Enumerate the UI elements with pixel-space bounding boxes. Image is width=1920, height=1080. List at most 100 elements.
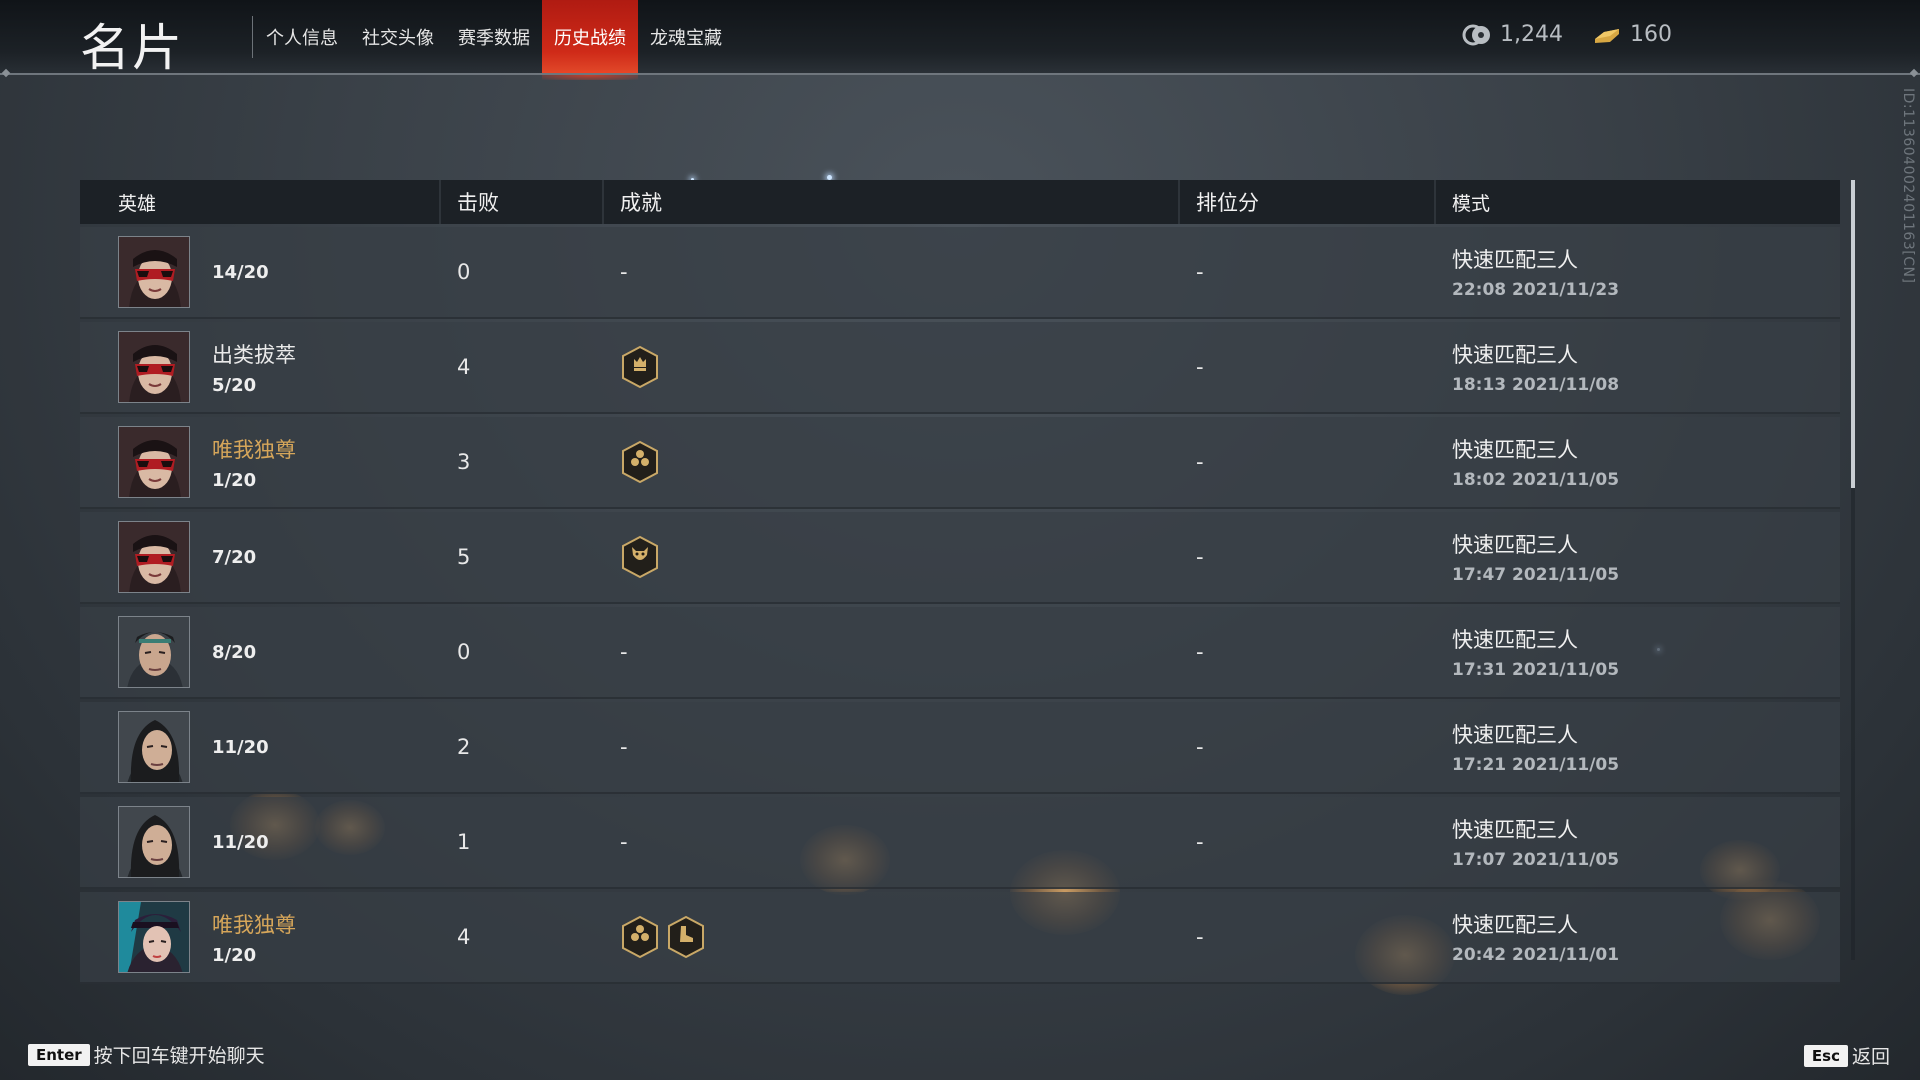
match-time: 17:21 2021/11/05: [1452, 755, 1620, 775]
table-row[interactable]: 唯我独尊 1/20 3 - 快速匹配三人 18:02 2021/11/05: [80, 417, 1840, 509]
hero-cell: 11/20: [80, 797, 439, 887]
mode-cell: 快速匹配三人 18:13 2021/11/08: [1434, 322, 1840, 412]
hero-info: 14/20: [212, 262, 269, 283]
mode-info: 快速匹配三人 17:21 2021/11/05: [1452, 719, 1619, 775]
tab-match-history[interactable]: 历史战绩: [542, 0, 638, 80]
tab-dragon-treasure[interactable]: 龙魂宝藏: [638, 0, 734, 74]
kills-cell: 5: [457, 545, 471, 569]
chat-hint[interactable]: Enter 按下回车键开始聊天: [28, 1041, 265, 1068]
table-row[interactable]: 唯我独尊 1/20 4 - 快速匹配三人 20:42 2021/11/01: [80, 892, 1840, 984]
match-time: 18:02 2021/11/05: [1452, 470, 1620, 490]
hero-info: 11/20: [212, 737, 269, 758]
achievements-cell: -: [602, 227, 1178, 317]
hero-cell: 14/20: [80, 227, 439, 317]
title-divider: [252, 16, 253, 58]
skulls-badge-icon: [622, 915, 658, 959]
mode-cell: 快速匹配三人 17:21 2021/11/05: [1434, 702, 1840, 792]
mode-name: 快速匹配三人: [1452, 438, 1578, 462]
back-label: 返回: [1851, 1046, 1890, 1068]
hero-cell: 11/20: [80, 702, 439, 792]
hero-avatar: [118, 806, 190, 878]
demon-badge-icon: [622, 535, 658, 579]
table-row[interactable]: 7/20 5 - 快速匹配三人 17:47 2021/11/05: [80, 512, 1840, 604]
scrollbar-thumb[interactable]: [1851, 180, 1855, 488]
mode-info: 快速匹配三人 22:08 2021/11/23: [1452, 244, 1619, 300]
crown-badge-icon: [622, 345, 658, 389]
achievements-cell: [602, 892, 1178, 982]
hero-cell: 出类拔萃 5/20: [80, 322, 439, 412]
tab-bar: 个人信息 社交头像 赛季数据 历史战绩 龙魂宝藏: [254, 0, 734, 80]
achievement-badges: [620, 915, 706, 959]
hero-info: 唯我独尊 1/20: [212, 434, 296, 491]
achievement-badges: [620, 535, 660, 579]
table-header: 英雄 击败 成就 排位分 模式: [80, 180, 1840, 224]
kills-cell: 4: [457, 355, 471, 379]
mode-cell: 快速匹配三人 17:07 2021/11/05: [1434, 797, 1840, 887]
hero-avatar: [118, 521, 190, 593]
rank-score-cell: -: [1196, 640, 1204, 664]
rank-score-cell: -: [1196, 830, 1204, 854]
match-history-table: 英雄 击败 成就 排位分 模式 14/20 0 - - 快速匹配三人 22:08 2021…: [80, 180, 1840, 984]
mode-cell: 快速匹配三人 17:31 2021/11/05: [1434, 607, 1840, 697]
table-row[interactable]: 11/20 2 - - 快速匹配三人 17:21 2021/11/05: [80, 702, 1840, 794]
back-button[interactable]: Esc 返回: [1803, 1042, 1890, 1069]
gold-ingot-icon: [1595, 28, 1619, 43]
hero-avatar: [118, 426, 190, 498]
mode-name: 快速匹配三人: [1452, 723, 1578, 747]
player-id: ID:113604002401163[CN]: [1900, 88, 1916, 284]
tab-personal-info[interactable]: 个人信息: [254, 0, 350, 74]
hero-title: 出类拔萃: [212, 342, 296, 367]
achievement-empty: -: [620, 640, 628, 664]
rank-score-cell: -: [1196, 545, 1204, 569]
placement: 11/20: [212, 831, 269, 853]
achievements-cell: [602, 417, 1178, 507]
mode-info: 快速匹配三人 17:47 2021/11/05: [1452, 529, 1619, 585]
rank-score-cell: -: [1196, 450, 1204, 474]
achievement-empty: -: [620, 735, 628, 759]
hero-info: 7/20: [212, 547, 256, 568]
mode-name: 快速匹配三人: [1452, 818, 1578, 842]
kills-cell: 2: [457, 735, 471, 759]
achievement-empty: -: [620, 260, 628, 284]
hero-cell: 7/20: [80, 512, 439, 602]
placement: 14/20: [212, 261, 269, 283]
achievements-cell: -: [602, 797, 1178, 887]
column-header-hero: 英雄: [118, 192, 157, 215]
rank-score-cell: -: [1196, 355, 1204, 379]
hero-avatar: [118, 711, 190, 783]
mode-cell: 快速匹配三人 22:08 2021/11/23: [1434, 227, 1840, 317]
mode-name: 快速匹配三人: [1452, 628, 1578, 652]
gold-currency: 160: [1592, 22, 1672, 47]
jade-currency: 1,244: [1462, 22, 1563, 47]
table-row[interactable]: 11/20 1 - - 快速匹配三人 17:07 2021/11/05: [80, 797, 1840, 889]
mode-info: 快速匹配三人 20:42 2021/11/01: [1452, 909, 1619, 965]
placement: 1/20: [212, 944, 257, 966]
match-time: 17:07 2021/11/05: [1452, 850, 1620, 870]
mode-name: 快速匹配三人: [1452, 533, 1578, 557]
placement: 11/20: [212, 736, 269, 758]
match-time: 17:31 2021/11/05: [1452, 660, 1620, 680]
hero-cell: 8/20: [80, 607, 439, 697]
tab-season-data[interactable]: 赛季数据: [446, 0, 542, 74]
table-row[interactable]: 出类拔萃 5/20 4 - 快速匹配三人 18:13 2021/11/08: [80, 322, 1840, 414]
hero-cell: 唯我独尊 1/20: [80, 417, 439, 507]
match-time: 17:47 2021/11/05: [1452, 565, 1620, 585]
mode-name: 快速匹配三人: [1452, 343, 1578, 367]
gold-amount: 160: [1630, 22, 1672, 47]
hero-info: 11/20: [212, 832, 269, 853]
boot-badge-icon: [668, 915, 704, 959]
jade-amount: 1,244: [1500, 22, 1563, 47]
table-row[interactable]: 8/20 0 - - 快速匹配三人 17:31 2021/11/05: [80, 607, 1840, 699]
column-header-rank-score: 排位分: [1178, 180, 1434, 224]
hero-info: 唯我独尊 1/20: [212, 909, 296, 966]
column-header-mode: 模式: [1434, 180, 1840, 224]
placement: 1/20: [212, 469, 257, 491]
enter-key-icon: Enter: [28, 1043, 90, 1066]
rank-score-cell: -: [1196, 925, 1204, 949]
top-bar: 名片 个人信息 社交头像 赛季数据 历史战绩 龙魂宝藏 1,244 160: [0, 0, 1920, 80]
tab-social-avatar[interactable]: 社交头像: [350, 0, 446, 74]
achievement-badges: [620, 345, 660, 389]
table-row[interactable]: 14/20 0 - - 快速匹配三人 22:08 2021/11/23: [80, 227, 1840, 319]
chat-hint-text: 按下回车键开始聊天: [93, 1045, 265, 1067]
rank-score-cell: -: [1196, 260, 1204, 284]
